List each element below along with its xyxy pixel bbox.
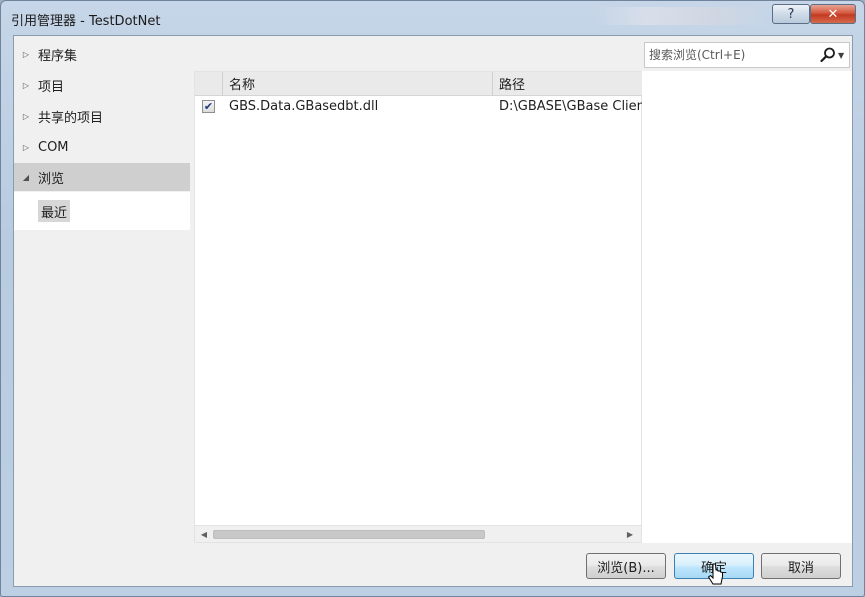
sidebar-item-com[interactable]: ▷ COM [14, 133, 190, 161]
sidebar-item-label: 项目 [38, 79, 65, 95]
search-input[interactable] [645, 43, 813, 67]
window-title: 引用管理器 - TestDotNet [11, 14, 161, 29]
table-row[interactable]: ✔ GBS.Data.GBasedbt.dll D:\GBASE\GBase C… [195, 96, 643, 118]
browse-subitems: 最近 [14, 192, 190, 230]
column-header-name[interactable]: 名称 [223, 72, 493, 96]
search-icon[interactable] [819, 46, 837, 64]
horizontal-scrollbar[interactable]: ◀ ▶ [195, 525, 641, 542]
reference-manager-window: 引用管理器 - TestDotNet ? ✕ ▷ 程序集 ▷ 项目 ▷ 共享的项… [0, 0, 865, 597]
expand-arrow-icon[interactable]: ▷ [14, 81, 38, 90]
category-sidebar: ▷ 程序集 ▷ 项目 ▷ 共享的项目 ▷ COM ◢ 浏览 最近 [14, 36, 190, 548]
sidebar-item-browse[interactable]: ◢ 浏览 [14, 163, 190, 191]
title-bar[interactable]: 引用管理器 - TestDotNet ? ✕ [1, 1, 864, 33]
expand-arrow-icon[interactable]: ▷ [14, 50, 38, 59]
scroll-left-icon[interactable]: ◀ [199, 529, 209, 539]
scroll-right-icon[interactable]: ▶ [625, 529, 635, 539]
sidebar-item-label: 程序集 [38, 48, 78, 64]
sidebar-item-shared-projects[interactable]: ▷ 共享的项目 [14, 102, 190, 130]
cancel-button[interactable]: 取消 [761, 553, 841, 579]
detail-panel [642, 71, 852, 543]
sidebar-item-label: COM [38, 139, 69, 155]
scroll-thumb[interactable] [213, 530, 485, 539]
checkmark-icon: ✔ [203, 100, 214, 113]
browse-button[interactable]: 浏览(B)... [586, 553, 666, 579]
sidebar-item-label: 共享的项目 [38, 110, 104, 126]
column-header-check[interactable] [195, 72, 223, 96]
collapse-arrow-icon[interactable]: ◢ [14, 173, 38, 182]
expand-arrow-icon[interactable]: ▷ [14, 112, 38, 121]
reference-name: GBS.Data.GBasedbt.dll [229, 99, 379, 114]
dialog-client-area: ▷ 程序集 ▷ 项目 ▷ 共享的项目 ▷ COM ◢ 浏览 最近 搜索浏览(Ct… [13, 35, 853, 587]
reference-checkbox[interactable]: ✔ [202, 100, 215, 113]
sidebar-item-label: 浏览 [38, 171, 65, 187]
sidebar-subitem-recent[interactable]: 最近 [38, 200, 71, 222]
column-header-path[interactable]: 路径 [493, 72, 643, 96]
mouse-cursor-icon [707, 563, 723, 585]
search-box[interactable]: ▼ [644, 42, 850, 68]
sidebar-item-assemblies[interactable]: ▷ 程序集 [14, 40, 190, 68]
blurred-background-region [596, 7, 766, 25]
reference-path: D:\GBASE\GBase Client [499, 99, 643, 114]
expand-arrow-icon[interactable]: ▷ [14, 143, 38, 152]
sidebar-item-projects[interactable]: ▷ 项目 [14, 71, 190, 99]
help-button[interactable]: ? [772, 4, 810, 24]
close-button[interactable]: ✕ [810, 4, 856, 24]
search-options-dropdown-icon[interactable]: ▼ [838, 51, 844, 60]
reference-list: 名称 路径 ✔ GBS.Data.GBasedbt.dll D:\GBASE\G… [194, 71, 643, 543]
